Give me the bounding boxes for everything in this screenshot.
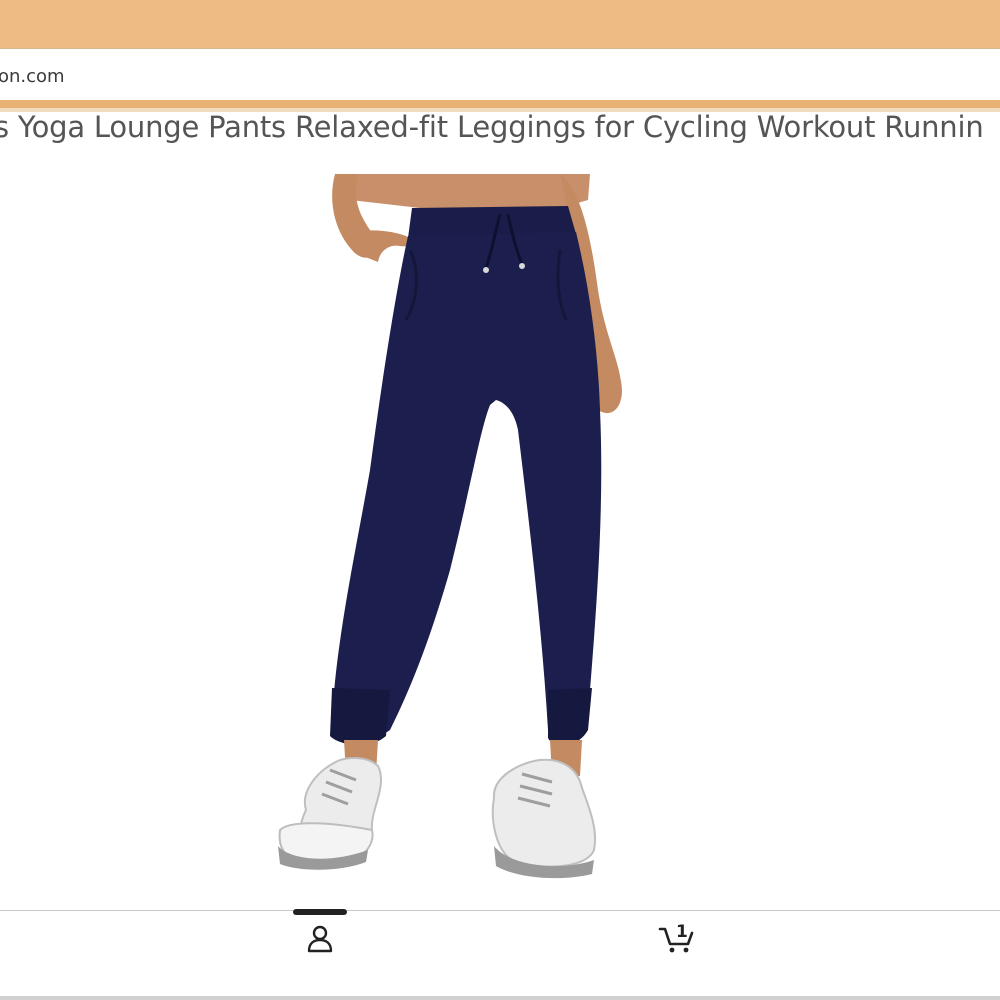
browser-header [0,0,1000,48]
product-title: s Yoga Lounge Pants Relaxed-fit Leggings… [0,110,984,144]
url-text[interactable]: on.com [0,66,65,87]
product-image[interactable] [260,170,640,880]
profile-icon [307,925,333,953]
screen: on.com s Yoga Lounge Pants Relaxed-fit L… [0,0,1000,1000]
profile-button[interactable] [295,914,345,964]
bottom-navigation [0,910,1000,1000]
cart-count-badge: 1 [676,922,688,942]
header-divider [0,100,1000,108]
screen-bottom-edge [0,996,1000,1000]
address-bar[interactable] [0,48,1000,103]
